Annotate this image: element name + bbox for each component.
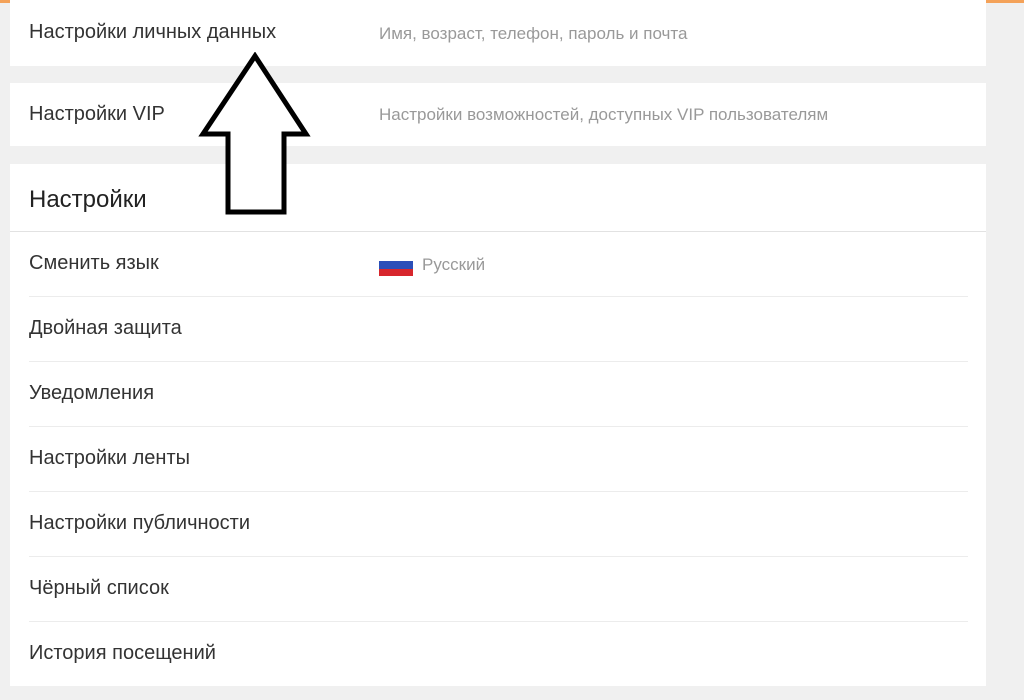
up-arrow-icon bbox=[198, 52, 311, 215]
settings-item-feed[interactable]: Настройки ленты bbox=[10, 427, 986, 492]
vip-settings-description: Настройки возможностей, доступных VIP по… bbox=[379, 105, 829, 124]
settings-item-label[interactable]: Сменить язык bbox=[29, 252, 159, 275]
settings-list: Сменить язык Русский Двойная защита Увед… bbox=[10, 232, 986, 687]
settings-item-publicity[interactable]: Настройки публичности bbox=[10, 492, 986, 557]
personal-data-settings-label[interactable]: Настройки личных данных bbox=[29, 21, 276, 44]
settings-item-label[interactable]: История посещений bbox=[29, 642, 216, 665]
vip-settings-row[interactable]: Настройки VIP Настройки возможностей, до… bbox=[10, 83, 986, 146]
settings-item-change-language[interactable]: Сменить язык Русский bbox=[10, 232, 986, 297]
settings-item-notifications[interactable]: Уведомления bbox=[10, 362, 986, 427]
settings-item-label[interactable]: Двойная защита bbox=[29, 317, 182, 340]
settings-item-label[interactable]: Чёрный список bbox=[29, 577, 169, 600]
settings-panel: Настройки Сменить язык Русский Двойная з… bbox=[10, 164, 986, 686]
personal-data-settings-description: Имя, возраст, телефон, пароль и почта bbox=[379, 24, 688, 43]
settings-item-label[interactable]: Настройки публичности bbox=[29, 512, 250, 535]
personal-data-settings-row[interactable]: Настройки личных данных Имя, возраст, те… bbox=[10, 0, 986, 66]
settings-item-blacklist[interactable]: Чёрный список bbox=[10, 557, 986, 622]
current-language-label: Русский bbox=[422, 255, 486, 274]
russia-flag-icon bbox=[379, 254, 413, 276]
settings-item-label[interactable]: Настройки ленты bbox=[29, 447, 190, 470]
settings-item-two-factor[interactable]: Двойная защита bbox=[10, 297, 986, 362]
settings-item-visit-history[interactable]: История посещений bbox=[10, 622, 986, 687]
current-language[interactable]: Русский bbox=[379, 254, 485, 276]
settings-item-label[interactable]: Уведомления bbox=[29, 382, 154, 405]
vip-settings-label[interactable]: Настройки VIP bbox=[29, 103, 165, 126]
settings-title: Настройки bbox=[29, 186, 147, 213]
